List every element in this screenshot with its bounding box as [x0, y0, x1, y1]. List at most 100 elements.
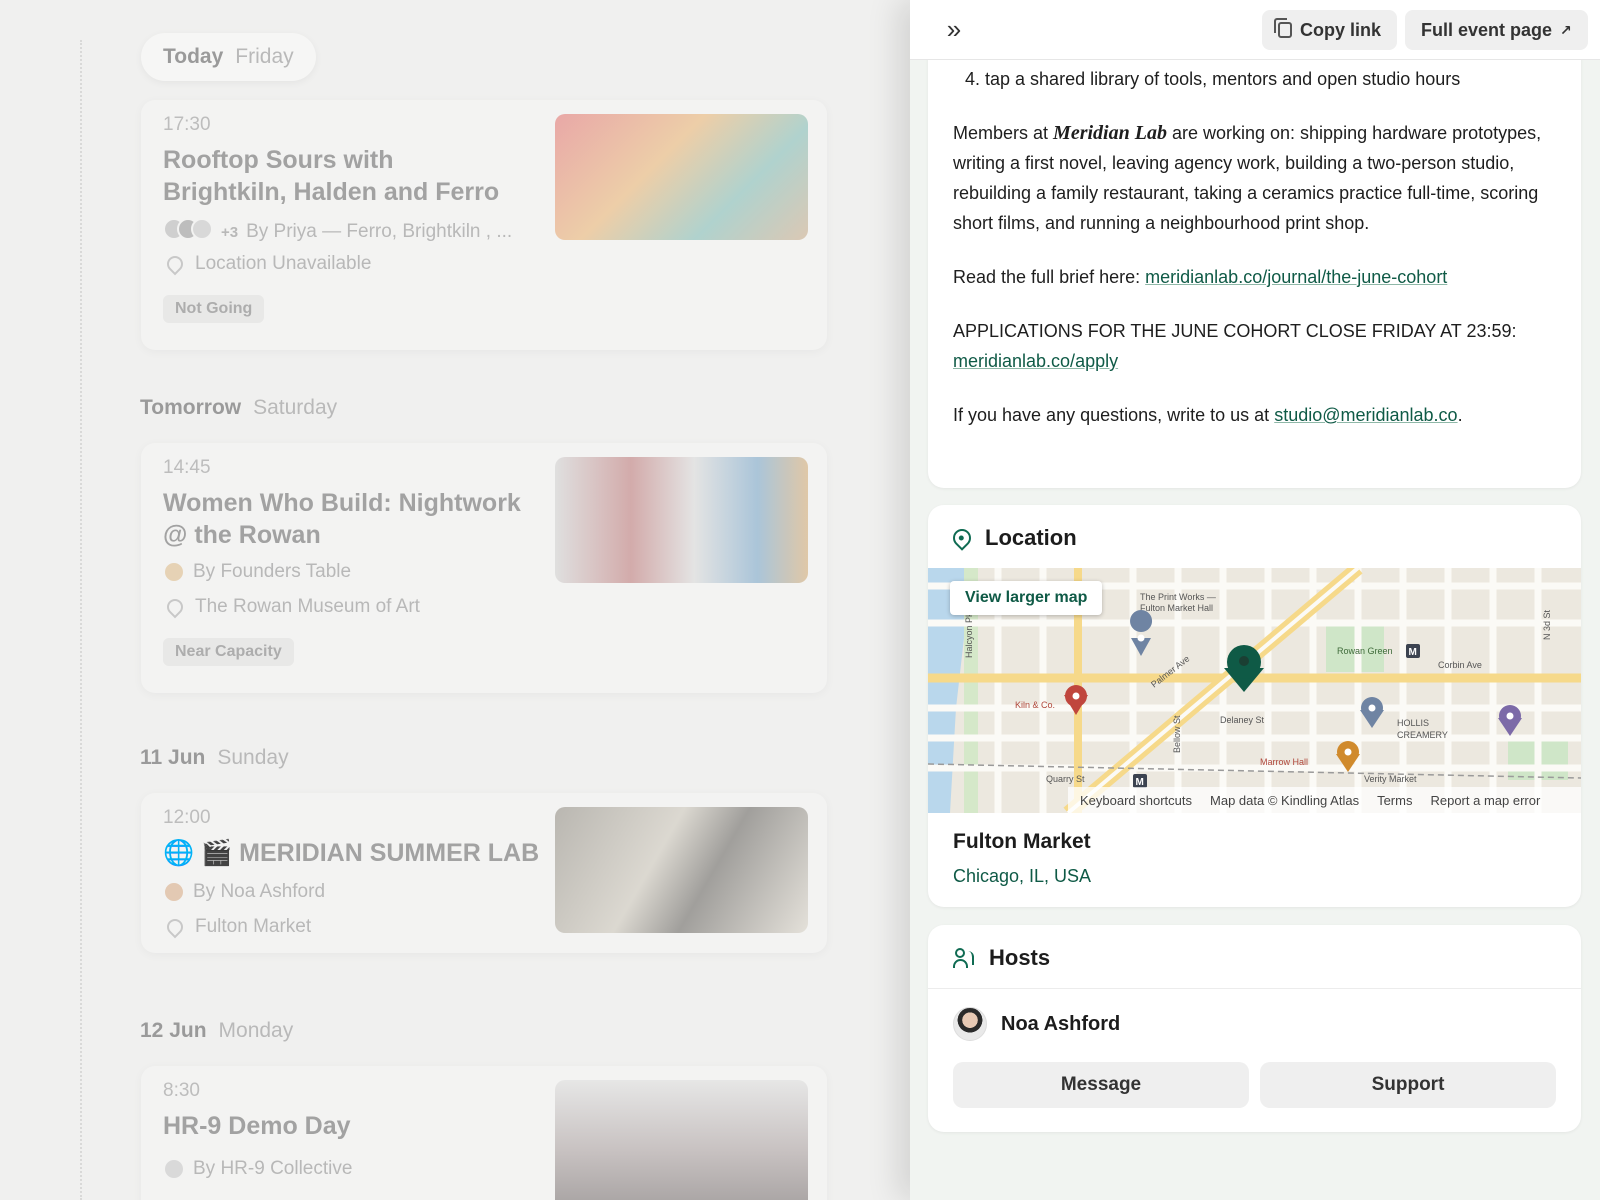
event-thumbnail: [555, 807, 808, 933]
map-label: CREAMERY: [1397, 730, 1448, 740]
event-card[interactable]: 8:30 HR-9 Demo Day By HR-9 Collective: [141, 1066, 827, 1200]
description-paragraph: Read the full brief here: meridianlab.co…: [953, 262, 1553, 292]
map-data-attribution: Map data © Kindling Atlas: [1210, 792, 1360, 808]
people-icon: [953, 948, 975, 968]
event-hosts: +3 By Priya — Ferro, Brightkiln , ...: [163, 218, 512, 246]
map-label: N 3d St: [1542, 609, 1552, 640]
day-weekday: Monday: [218, 1019, 294, 1042]
timeline-line: [80, 40, 82, 1200]
day-weekday: Sunday: [217, 746, 289, 769]
copy-link-label: Copy link: [1300, 19, 1382, 40]
event-by: By Founders Table: [193, 561, 352, 582]
host-avatar: [163, 1158, 185, 1180]
hosts-heading: Hosts: [953, 945, 1050, 971]
day-label: 12 Jun: [140, 1019, 207, 1042]
questions-suffix: .: [1457, 405, 1463, 425]
hosts-heading-text: Hosts: [989, 945, 1051, 970]
view-larger-map-button[interactable]: View larger map: [950, 581, 1103, 615]
extra-host-count: +3: [221, 223, 239, 241]
event-location: Fulton Market: [163, 915, 312, 939]
event-title[interactable]: HR-9 Demo Day: [163, 1110, 523, 1142]
event-by: By HR-9 Collective: [193, 1158, 353, 1179]
full-event-page-label: Full event page: [1421, 19, 1553, 40]
event-title[interactable]: Women Who Build: Nightwork @ the Rowan: [163, 487, 523, 551]
map-label: Delaney St: [1220, 715, 1265, 725]
drawer-toolbar: » Copy link Full event page ↗: [910, 0, 1600, 60]
map-label: Corbin Ave: [1438, 660, 1482, 670]
metro-icon: M: [1133, 774, 1147, 788]
map-label: Fulton Market Hall: [1140, 603, 1213, 613]
host-profile[interactable]: Noa Ashford: [953, 1007, 1120, 1041]
day-header-11-jun: 11 Jun Sunday: [140, 746, 289, 770]
day-header-12-jun: 12 Jun Monday: [140, 1019, 293, 1043]
event-location-text: Fulton Market: [195, 916, 312, 937]
map-label: The Print Works —: [1140, 592, 1216, 602]
map-label: Rowan Green: [1337, 646, 1393, 656]
day-weekday: Friday: [235, 45, 294, 68]
event-description: 4. tap a shared library of tools, mentor…: [953, 64, 1553, 454]
copy-icon: [1274, 18, 1292, 38]
host-name: Noa Ashford: [1001, 1012, 1121, 1035]
event-title[interactable]: Rooftop Sours with Brightkiln, Halden an…: [163, 144, 523, 208]
full-event-page-button[interactable]: Full event page ↗: [1405, 10, 1588, 50]
map-label: Bellow St: [1172, 715, 1182, 753]
copy-link-button[interactable]: Copy link: [1262, 10, 1398, 50]
map[interactable]: The Print Works — Fulton Market Hall Row…: [928, 568, 1581, 813]
location-pin-icon: [163, 915, 187, 939]
description-paragraph: If you have any questions, write to us a…: [953, 400, 1553, 430]
location-heading: Location: [949, 525, 1077, 551]
support-button[interactable]: Support: [1260, 1062, 1556, 1108]
event-description-panel: 4. tap a shared library of tools, mentor…: [928, 40, 1581, 488]
keyboard-shortcuts-link[interactable]: Keyboard shortcuts: [1080, 793, 1192, 808]
brief-link[interactable]: meridianlab.co/journal/the-june-cohort: [1145, 267, 1447, 287]
host-avatar: [163, 561, 185, 583]
day-header-tomorrow: Tomorrow Saturday: [140, 396, 337, 420]
event-by: By Noa Ashford: [193, 881, 326, 902]
external-arrow-icon: ↗: [1560, 21, 1572, 38]
status-badge: Near Capacity: [163, 638, 294, 666]
day-label: Tomorrow: [140, 396, 242, 419]
event-card[interactable]: 17:30 Rooftop Sours with Brightkiln, Hal…: [141, 100, 827, 350]
brief-prefix: Read the full brief here:: [953, 267, 1141, 287]
event-location: The Rowan Museum of Art: [163, 595, 420, 619]
apply-link[interactable]: meridianlab.co/apply: [953, 351, 1118, 371]
event-thumbnail: [555, 457, 808, 583]
description-list-item: 4. tap a shared library of tools, mentor…: [965, 69, 1461, 89]
event-hosts: By Founders Table: [163, 561, 351, 583]
location-panel: Location The Print Works — Fulton Market…: [928, 505, 1581, 907]
event-title[interactable]: 🌐 🎬 MERIDIAN SUMMER LAB: [163, 837, 543, 869]
location-heading-text: Location: [985, 525, 1077, 550]
metro-icon: M: [1406, 644, 1420, 658]
apply-text: APPLICATIONS FOR THE JUNE COHORT CLOSE F…: [953, 321, 1517, 341]
event-location-text: Location Unavailable: [195, 253, 372, 274]
event-hosts: By HR-9 Collective: [163, 1158, 352, 1180]
day-weekday: Saturday: [253, 396, 338, 419]
day-label: Today: [163, 45, 224, 68]
event-detail-drawer: 4. tap a shared library of tools, mentor…: [910, 0, 1600, 1200]
host-avatar: [163, 881, 185, 903]
questions-prefix: If you have any questions, write to us a…: [953, 405, 1270, 425]
email-link[interactable]: studio@meridianlab.co: [1274, 405, 1457, 425]
double-chevron-right-icon: »: [946, 14, 962, 44]
location-pin-icon: [949, 525, 975, 551]
message-button[interactable]: Message: [953, 1062, 1249, 1108]
map-label: Quarry St: [1046, 774, 1085, 784]
event-hosts: By Noa Ashford: [163, 881, 325, 903]
venue-city-link[interactable]: Chicago, IL, USA: [953, 866, 1091, 887]
collapse-drawer-button[interactable]: »: [938, 16, 970, 44]
event-location: Location Unavailable: [163, 252, 372, 276]
location-pin-icon: [163, 252, 187, 276]
event-card[interactable]: 14:45 Women Who Build: Nightwork @ the R…: [141, 443, 827, 693]
map-attribution-bar: Keyboard shortcuts Map data © Kindling A…: [1068, 787, 1581, 813]
description-paragraph: Members at Meridian Lab are working on: …: [953, 118, 1553, 238]
map-label: HOLLIS: [1397, 718, 1429, 728]
event-by: By Priya — Ferro, Brightkiln , ...: [246, 221, 513, 242]
event-thumbnail: [555, 1080, 808, 1200]
terms-link[interactable]: Terms: [1377, 793, 1412, 808]
map-label: Kiln & Co.: [1015, 700, 1055, 710]
host-avatars: [163, 218, 213, 246]
map-label: Marrow Hall: [1260, 757, 1308, 767]
report-map-error-link[interactable]: Report a map error: [1430, 793, 1540, 808]
event-card[interactable]: 12:00 🌐 🎬 MERIDIAN SUMMER LAB By Noa Ash…: [141, 793, 827, 953]
event-time: 14:45: [163, 457, 211, 478]
